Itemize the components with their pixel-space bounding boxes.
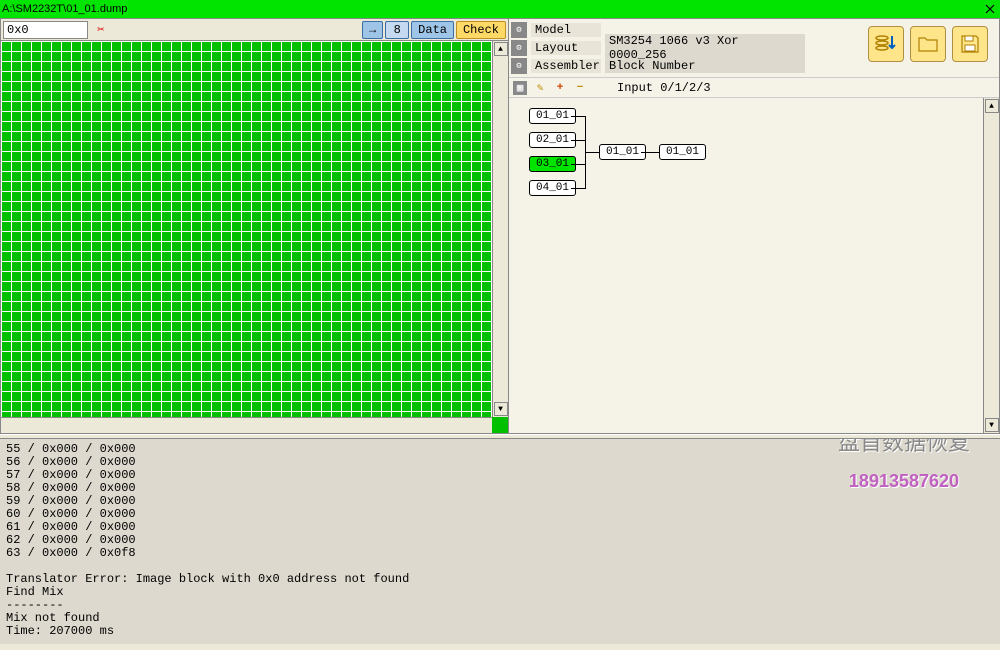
window-title: A:\SM2232T\01_01.dump (2, 3, 127, 15)
block-grid[interactable]: ▲ ▼ (1, 41, 508, 433)
edit-icon[interactable]: ✎ (533, 81, 547, 95)
node-01-01[interactable]: 01_01 (529, 108, 576, 124)
left-panel: ✂ → 8 Data Check ▲ ▼ (1, 19, 509, 433)
statusbar (0, 646, 1000, 650)
node-merge-1[interactable]: 01_01 (599, 144, 646, 160)
model-label: Model (531, 23, 601, 37)
input-channels-label: Input 0/1/2/3 (617, 81, 711, 95)
gear-icon[interactable]: ⚙ (511, 22, 527, 38)
watermark-line2: 18913587620 (838, 475, 970, 488)
scroll-down-icon[interactable]: ▼ (985, 418, 999, 432)
log-text: 55 / 0x000 / 0x000 56 / 0x000 / 0x000 57… (6, 442, 409, 638)
node-03-01[interactable]: 03_01 (529, 156, 576, 172)
assembler-value[interactable]: Block Number (605, 59, 805, 73)
grid-scrollbar-vertical[interactable]: ▲ ▼ (492, 41, 508, 417)
open-folder-button[interactable] (910, 26, 946, 62)
address-input[interactable] (3, 21, 88, 39)
right-icon-bar (868, 26, 988, 62)
scroll-up-icon[interactable]: ▲ (494, 42, 508, 56)
watermark-line1: 盘首数据恢复 (838, 439, 970, 449)
gear-icon[interactable]: ⚙ (511, 40, 527, 56)
add-icon[interactable]: + (553, 81, 567, 95)
gear-icon[interactable]: ⚙ (511, 58, 527, 74)
width-button[interactable]: 8 (385, 21, 409, 39)
node-02-01[interactable]: 02_01 (529, 132, 576, 148)
right-panel: ⚙ Model ⚙ Layout SM3254 1066 v3 Xor 0000… (509, 19, 999, 433)
right-subtoolbar: ▦ ✎ + − Input 0/1/2/3 (509, 78, 999, 98)
remove-icon[interactable]: − (573, 81, 587, 95)
assembler-canvas[interactable]: 01_01 02_01 03_01 04_01 01_01 01_01 ▲ ▼ (509, 98, 999, 433)
save-button[interactable] (952, 26, 988, 62)
canvas-scrollbar-vertical[interactable]: ▲ ▼ (983, 98, 999, 433)
goto-button[interactable]: → (362, 21, 383, 39)
check-button[interactable]: Check (456, 21, 506, 39)
node-merge-2[interactable]: 01_01 (659, 144, 706, 160)
data-button[interactable]: Data (411, 21, 454, 39)
window-close-button[interactable] (982, 2, 998, 16)
watermark: 盘首数据恢复 18913587620 (838, 439, 970, 514)
scissors-icon[interactable]: ✂ (92, 21, 110, 39)
scroll-down-icon[interactable]: ▼ (494, 402, 508, 416)
page-icon[interactable]: ▦ (513, 81, 527, 95)
grid-scrollbar-horizontal[interactable] (1, 417, 492, 433)
left-toolbar: ✂ → 8 Data Check (1, 19, 508, 41)
layout-value[interactable]: SM3254 1066 v3 Xor 0000_256 (605, 34, 805, 62)
log-output[interactable]: 55 / 0x000 / 0x000 56 / 0x000 / 0x000 57… (0, 439, 1000, 644)
node-04-01[interactable]: 04_01 (529, 180, 576, 196)
main-container: ✂ → 8 Data Check ▲ ▼ ⚙ Model ⚙ (0, 18, 1000, 434)
scroll-up-icon[interactable]: ▲ (985, 99, 999, 113)
layout-label: Layout (531, 41, 601, 55)
process-button[interactable] (868, 26, 904, 62)
window-titlebar: A:\SM2232T\01_01.dump (0, 0, 1000, 18)
assembler-label: Assembler (531, 59, 601, 73)
